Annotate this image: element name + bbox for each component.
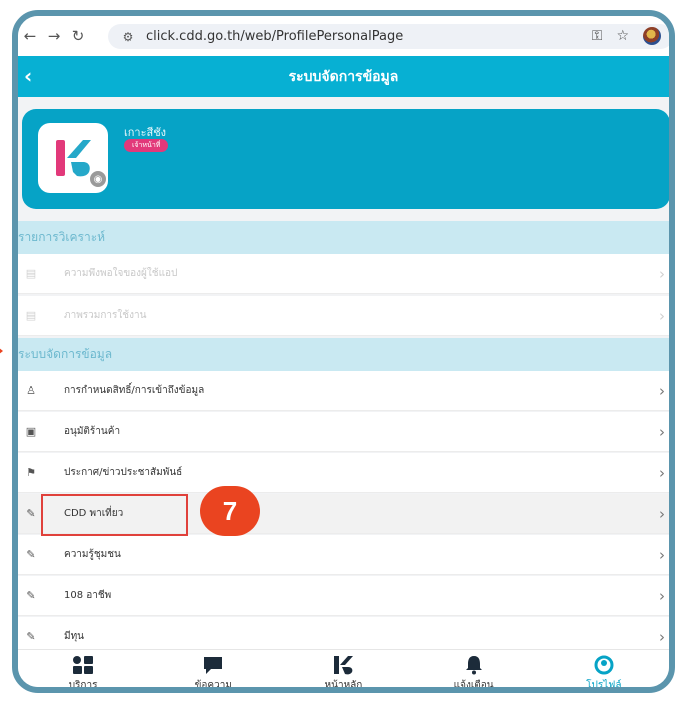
grid-icon	[72, 654, 94, 676]
chevron-right-icon: ›	[659, 264, 665, 283]
tab-profile[interactable]: โปรไฟล์	[544, 650, 664, 691]
role-badge: เจ้าหน้าที่	[124, 139, 169, 152]
app-header: ‹ ระบบจัดการข้อมูล	[18, 56, 669, 97]
password-key-icon[interactable]: ⚿	[592, 28, 603, 44]
list-item-label: การกำหนดสิทธิ์/การเข้าถึงข้อมูล	[64, 385, 205, 396]
chevron-right-icon: ›	[659, 586, 665, 605]
tab-label: บริการ	[68, 680, 98, 691]
camera-icon[interactable]: ◉	[88, 169, 108, 189]
list-item-shop-approval[interactable]: ▣ อนุมัติร้านค้า ›	[18, 412, 669, 452]
section-header-analytics: รายการวิเคราะห์	[18, 221, 669, 254]
bottom-tab-bar: บริการ ข้อความ หน้าหลัก แจ้งเตือน โปรไฟล…	[18, 649, 669, 691]
chevron-right-icon: ›	[659, 627, 665, 646]
address-bar[interactable]: ⚙ click.cdd.go.th/web/ProfilePersonalPag…	[108, 24, 669, 49]
site-settings-icon[interactable]: ⚙	[120, 29, 136, 45]
tab-label: โปรไฟล์	[586, 680, 622, 691]
bell-icon	[463, 654, 485, 676]
section-title: รายการวิเคราะห์	[18, 230, 106, 244]
pencil-icon: ✎	[26, 507, 36, 520]
list-item-label: ภาพรวมการใช้งาน	[64, 310, 147, 321]
list-item-label: ความพึงพอใจของผู้ใช้แอป	[64, 268, 178, 279]
flag-icon: ⚑	[26, 466, 36, 479]
home-logo-icon	[332, 654, 354, 676]
list-item-label: 108 อาชีพ	[64, 590, 112, 601]
highlight-box	[41, 494, 188, 536]
step-number-badge: 7	[200, 486, 260, 536]
chevron-right-icon: ›	[659, 463, 665, 482]
pencil-icon: ✎	[26, 589, 36, 602]
profile-card: ◉ เกาะสีชัง เจ้าหน้าที่	[22, 109, 669, 209]
tab-label: ข้อความ	[194, 680, 232, 691]
chevron-right-icon: ›	[659, 422, 665, 441]
chat-icon	[202, 654, 224, 676]
chevron-right-icon: ›	[659, 545, 665, 564]
section-header-data-management: ระบบจัดการข้อมูล	[18, 338, 669, 371]
tab-notifications[interactable]: แจ้งเตือน	[414, 650, 534, 691]
browser-forward-icon[interactable]: →	[42, 24, 66, 48]
list-item-announcements[interactable]: ⚑ ประกาศ/ข่าวประชาสัมพันธ์ ›	[18, 453, 669, 493]
list-item-label: มีทุน	[64, 631, 85, 642]
pencil-icon: ✎	[26, 630, 36, 643]
back-icon[interactable]: ‹	[24, 64, 32, 88]
url-text: click.cdd.go.th/web/ProfilePersonalPage	[146, 29, 404, 44]
bookmark-star-icon[interactable]: ☆	[616, 28, 629, 44]
profile-icon	[593, 654, 615, 676]
tab-messages[interactable]: ข้อความ	[153, 650, 273, 691]
chevron-right-icon: ›	[659, 306, 665, 325]
chart-icon: ▤	[25, 267, 37, 280]
shop-icon: ▣	[25, 425, 37, 438]
list-item-satisfaction[interactable]: ▤ ความพึงพอใจของผู้ใช้แอป ›	[18, 254, 669, 294]
tab-home[interactable]: หน้าหลัก	[283, 650, 403, 691]
browser-back-icon[interactable]: ←	[18, 24, 42, 48]
browser-profile-avatar[interactable]	[643, 27, 661, 45]
tab-label: หน้าหลัก	[324, 680, 363, 691]
list-item-label: ประกาศ/ข่าวประชาสัมพันธ์	[64, 467, 183, 478]
chart-icon: ▤	[25, 309, 37, 322]
chevron-right-icon: ›	[659, 504, 665, 523]
list-item-permissions[interactable]: ♙ การกำหนดสิทธิ์/การเข้าถึงข้อมูล ›	[18, 371, 669, 411]
list-item-usage-overview[interactable]: ▤ ภาพรวมการใช้งาน ›	[18, 296, 669, 336]
browser-toolbar: ← → ↻ ⚙ click.cdd.go.th/web/ProfilePerso…	[18, 16, 669, 56]
reload-icon[interactable]: ↻	[66, 24, 90, 48]
section-title: ระบบจัดการข้อมูล	[18, 347, 113, 361]
pointer-arrow-icon	[0, 344, 3, 358]
chevron-right-icon: ›	[659, 381, 665, 400]
list-item-108-careers[interactable]: ✎ 108 อาชีพ ›	[18, 576, 669, 616]
pencil-icon: ✎	[26, 548, 36, 561]
phone-frame: ← → ↻ ⚙ click.cdd.go.th/web/ProfilePerso…	[12, 10, 675, 693]
page-title: ระบบจัดการข้อมูล	[288, 68, 399, 85]
list-item-label: อนุมัติร้านค้า	[64, 426, 121, 437]
list-item-community-knowledge[interactable]: ✎ ความรู้ชุมชน ›	[18, 535, 669, 575]
list-item-label: ความรู้ชุมชน	[64, 549, 121, 560]
tab-label: แจ้งเตือน	[453, 680, 494, 691]
user-icon: ♙	[26, 384, 36, 397]
tab-services[interactable]: บริการ	[23, 650, 143, 691]
